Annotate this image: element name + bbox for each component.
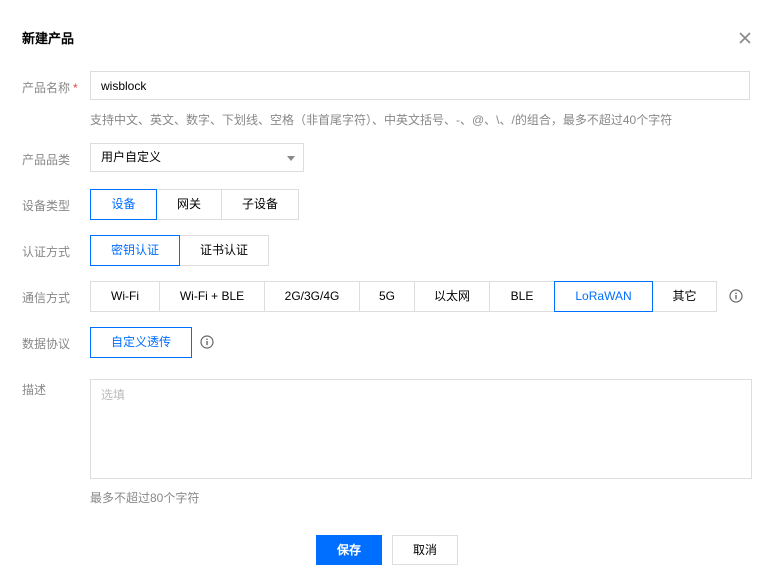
comm-option-wifi[interactable]: Wi-Fi xyxy=(90,281,160,312)
comm-option-ethernet[interactable]: 以太网 xyxy=(414,281,490,312)
auth-method-segmented: 密钥认证 证书认证 xyxy=(90,235,269,266)
auth-method-option-cert[interactable]: 证书认证 xyxy=(179,235,269,266)
description-placeholder: 选填 xyxy=(101,388,126,402)
auth-method-label: 认证方式 xyxy=(22,245,71,259)
comm-option-lorawan[interactable]: LoRaWAN xyxy=(554,281,653,312)
comm-method-segmented: Wi-Fi Wi-Fi + BLE 2G/3G/4G 5G 以太网 BLE Lo… xyxy=(90,281,717,312)
device-type-option-subdevice[interactable]: 子设备 xyxy=(221,189,299,220)
auth-method-option-key[interactable]: 密钥认证 xyxy=(90,235,180,266)
data-protocol-option-custom[interactable]: 自定义透传 xyxy=(90,327,192,358)
cancel-button[interactable]: 取消 xyxy=(392,535,458,565)
required-mark: * xyxy=(73,81,78,95)
dialog-title: 新建产品 xyxy=(22,31,75,46)
chevron-down-icon xyxy=(287,156,295,161)
description-textarea[interactable]: 选填 xyxy=(90,379,752,479)
product-category-label: 产品品类 xyxy=(22,153,71,167)
save-button[interactable]: 保存 xyxy=(316,535,382,565)
comm-method-label: 通信方式 xyxy=(22,291,71,305)
comm-option-5g[interactable]: 5G xyxy=(359,281,415,312)
info-icon[interactable] xyxy=(729,289,743,303)
product-category-value: 用户自定义 xyxy=(101,150,162,164)
product-name-label: 产品名称 * xyxy=(22,79,78,96)
comm-option-other[interactable]: 其它 xyxy=(652,281,717,312)
product-name-input[interactable] xyxy=(90,71,750,100)
data-protocol-segmented: 自定义透传 xyxy=(90,327,192,358)
device-type-segmented: 设备 网关 子设备 xyxy=(90,189,299,220)
device-type-option-gateway[interactable]: 网关 xyxy=(156,189,222,220)
data-protocol-label: 数据协议 xyxy=(22,337,71,351)
device-type-option-device[interactable]: 设备 xyxy=(90,189,157,220)
comm-option-ble[interactable]: BLE xyxy=(489,281,555,312)
description-label: 描述 xyxy=(22,383,47,397)
comm-option-wifi-ble[interactable]: Wi-Fi + BLE xyxy=(159,281,265,312)
product-category-select[interactable]: 用户自定义 xyxy=(90,143,304,172)
product-name-label-text: 产品名称 xyxy=(22,81,71,95)
device-type-label: 设备类型 xyxy=(22,199,71,213)
info-icon[interactable] xyxy=(200,335,214,349)
product-name-hint: 支持中文、英文、数字、下划线、空格（非首尾字符）、中英文括号、-、@、\、/的组… xyxy=(90,113,673,127)
close-icon[interactable] xyxy=(737,30,753,46)
description-hint: 最多不超过80个字符 xyxy=(90,491,200,505)
comm-option-cellular[interactable]: 2G/3G/4G xyxy=(264,281,360,312)
